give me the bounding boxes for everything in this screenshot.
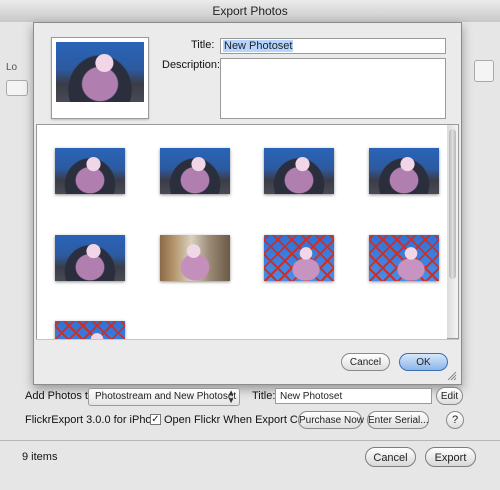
sheet-ok-button[interactable]: OK bbox=[399, 353, 448, 371]
open-flickr-checkbox[interactable]: ✓ bbox=[150, 414, 161, 425]
background-control-fragment bbox=[6, 80, 28, 96]
add-photos-row: Add Photos to: Photostream and New Photo… bbox=[0, 386, 500, 408]
options-row: FlickrExport 3.0.0 for iPhoto ✓ Open Fli… bbox=[0, 410, 500, 432]
add-photos-popup[interactable]: Photostream and New Photoset ▲ ▼ bbox=[88, 388, 240, 406]
version-text: FlickrExport 3.0.0 for iPhoto bbox=[25, 414, 161, 426]
title-input[interactable]: New Photoset bbox=[275, 388, 432, 404]
photo-thumbnail-3[interactable] bbox=[264, 148, 334, 194]
photoset-cover-thumbnail[interactable] bbox=[51, 37, 149, 119]
photo-grid[interactable] bbox=[36, 124, 449, 341]
background-control-fragment-right bbox=[474, 60, 494, 82]
items-count: 9 items bbox=[22, 451, 58, 463]
scrollbar-thumb[interactable] bbox=[449, 129, 456, 279]
window-title: Export Photos bbox=[0, 0, 500, 23]
sheet-title-value: New Photoset bbox=[223, 40, 294, 52]
photo-thumbnail-5[interactable] bbox=[55, 235, 125, 281]
enter-serial-button[interactable]: Enter Serial... bbox=[367, 411, 429, 429]
resize-grip-icon[interactable] bbox=[447, 371, 457, 381]
photo-grid-scrollbar[interactable] bbox=[447, 124, 459, 339]
sheet-title-label: Title: bbox=[191, 39, 215, 51]
photo-thumbnail-4[interactable] bbox=[369, 148, 439, 194]
add-photos-label: Add Photos to: bbox=[25, 390, 98, 402]
background-label-fragment: Lo bbox=[6, 62, 18, 73]
photo-thumbnail-2[interactable] bbox=[160, 148, 230, 194]
photo-thumbnail-8[interactable] bbox=[369, 235, 439, 281]
sheet-button-bar: Cancel OK bbox=[36, 339, 459, 383]
photo-thumbnail-1[interactable] bbox=[55, 148, 125, 194]
edit-button[interactable]: Edit bbox=[436, 387, 463, 405]
title-label: Title: bbox=[252, 390, 276, 402]
export-button[interactable]: Export bbox=[425, 447, 476, 467]
purchase-now-button[interactable]: Purchase Now bbox=[298, 411, 364, 429]
photo-thumbnail-9[interactable] bbox=[55, 321, 125, 340]
sheet-description-input[interactable] bbox=[220, 58, 446, 119]
sheet-title-input[interactable]: New Photoset bbox=[220, 38, 446, 54]
help-button[interactable]: ? bbox=[446, 411, 464, 429]
photo-thumbnail-6[interactable] bbox=[160, 235, 230, 281]
footer-separator bbox=[0, 440, 500, 441]
sheet-description-label: Description: bbox=[162, 59, 221, 71]
cancel-button[interactable]: Cancel bbox=[365, 447, 416, 467]
photo-thumbnail-7[interactable] bbox=[264, 235, 334, 281]
add-photos-value: Photostream and New Photoset bbox=[95, 391, 237, 402]
popup-arrows-icon: ▲ ▼ bbox=[227, 388, 235, 405]
new-photoset-sheet: Title: New Photoset Description: Cancel … bbox=[33, 22, 462, 385]
cover-photo bbox=[56, 42, 144, 102]
sheet-cancel-button[interactable]: Cancel bbox=[341, 353, 390, 371]
